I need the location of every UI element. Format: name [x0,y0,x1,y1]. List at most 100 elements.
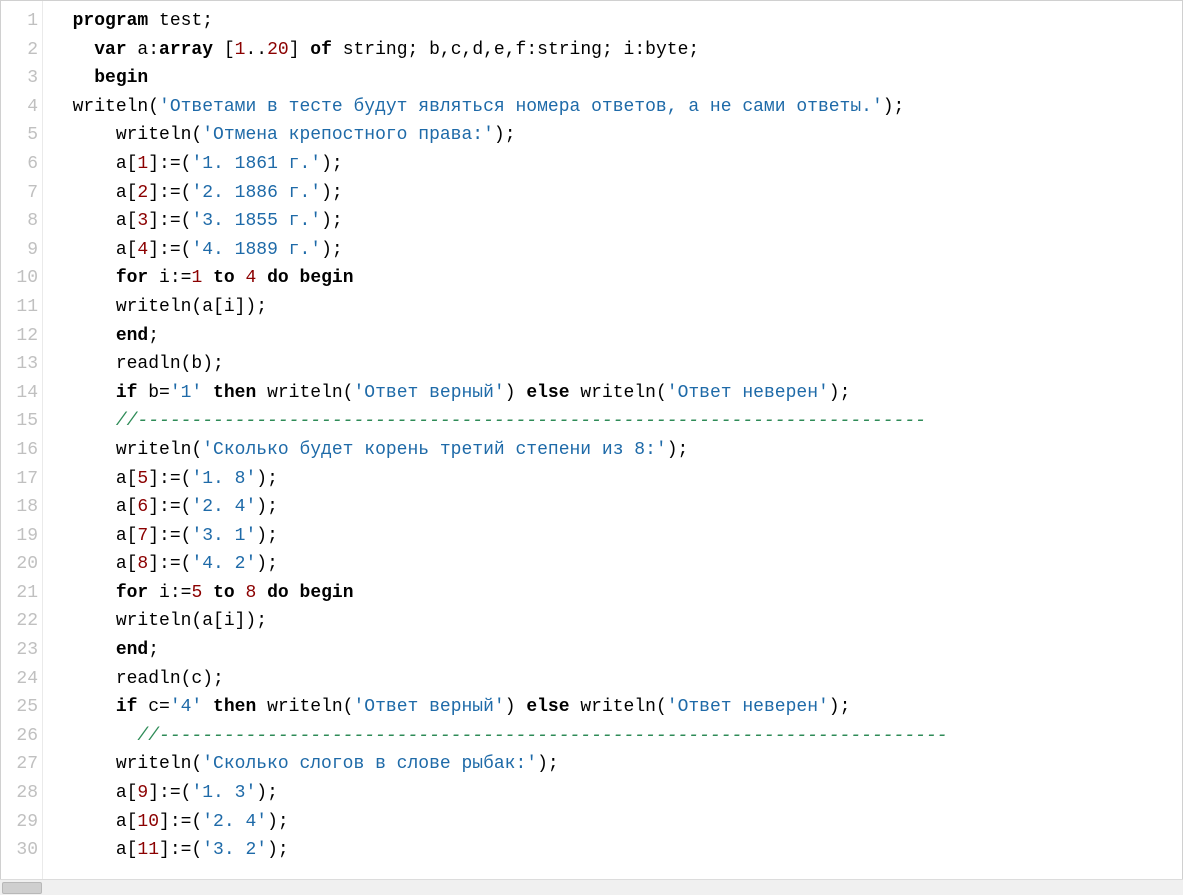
line-number: 11 [1,293,38,322]
token-num: 1 [235,40,246,60]
code-line[interactable]: a[11]:=('3. 2'); [51,836,1182,865]
token-num: 7 [137,526,148,546]
code-line[interactable]: a[7]:=('3. 1'); [51,522,1182,551]
token-pln: a[ [116,840,138,860]
token-pln: a[ [116,211,138,231]
token-str: 'Отмена крепостного права:' [202,125,494,145]
token-pln: ; [148,640,159,660]
code-line[interactable]: a[5]:=('1. 8'); [51,465,1182,494]
scrollbar-thumb[interactable] [2,882,42,894]
token-pln: ]:=( [148,211,191,231]
line-number: 19 [1,522,38,551]
line-number: 6 [1,150,38,179]
token-pln [256,268,267,288]
line-number: 8 [1,207,38,236]
code-line[interactable]: end; [51,636,1182,665]
code-line[interactable]: writeln('Сколько слогов в слове рыбак:')… [51,750,1182,779]
token-pln: ); [256,554,278,574]
token-num: 5 [191,583,202,603]
token-num: 8 [245,583,256,603]
code-line[interactable]: a[9]:=('1. 3'); [51,779,1182,808]
code-line[interactable]: writeln('Отмена крепостного права:'); [51,121,1182,150]
token-pln: ); [667,440,689,460]
code-line[interactable]: program test; [51,7,1182,36]
token-pln: writeln( [116,440,202,460]
token-pln: ]:=( [148,554,191,574]
code-line[interactable]: readln(b); [51,350,1182,379]
token-pln [289,583,300,603]
line-number: 25 [1,693,38,722]
code-line[interactable]: var a:array [1..20] of string; b,c,d,e,f… [51,36,1182,65]
token-kw: to [213,583,235,603]
horizontal-scrollbar[interactable] [0,879,1183,895]
token-pln: ); [256,526,278,546]
code-line[interactable]: readln(c); [51,665,1182,694]
token-pln: ); [494,125,516,145]
token-kw: do [267,583,289,603]
line-number: 15 [1,407,38,436]
line-number: 13 [1,350,38,379]
token-pln: writeln( [116,754,202,774]
code-line[interactable]: a[2]:=('2. 1886 г.'); [51,179,1182,208]
code-line[interactable]: writeln(a[i]); [51,607,1182,636]
line-number: 2 [1,36,38,65]
code-line[interactable]: writeln('Сколько будет корень третий сте… [51,436,1182,465]
token-pln: ]:=( [148,183,191,203]
line-number: 9 [1,236,38,265]
code-area[interactable]: program test; var a:array [1..20] of str… [43,1,1182,894]
token-pln: ); [267,812,289,832]
code-line[interactable]: for i:=1 to 4 do begin [51,264,1182,293]
code-line[interactable]: begin [51,64,1182,93]
token-pln: writeln( [116,125,202,145]
line-number: 14 [1,379,38,408]
token-pln: ] [289,40,311,60]
token-kw: if [116,383,138,403]
code-line[interactable]: //--------------------------------------… [51,722,1182,751]
token-pln: writeln( [256,697,353,717]
token-num: 2 [137,183,148,203]
code-line[interactable]: a[6]:=('2. 4'); [51,493,1182,522]
code-line[interactable]: if b='1' then writeln('Ответ верный') el… [51,379,1182,408]
token-pln: a[ [116,812,138,832]
code-line[interactable]: a[3]:=('3. 1855 г.'); [51,207,1182,236]
token-kw: else [526,697,569,717]
token-pln: writeln( [570,383,667,403]
code-line[interactable]: for i:=5 to 8 do begin [51,579,1182,608]
token-str: '4. 2' [191,554,256,574]
code-line[interactable]: a[1]:=('1. 1861 г.'); [51,150,1182,179]
token-pln: writeln( [73,97,159,117]
line-number: 17 [1,465,38,494]
code-line[interactable]: a[4]:=('4. 1889 г.'); [51,236,1182,265]
token-pln: writeln( [570,697,667,717]
code-line[interactable]: if c='4' then writeln('Ответ верный') el… [51,693,1182,722]
token-pln: ; [148,326,159,346]
code-line[interactable]: writeln(a[i]); [51,293,1182,322]
line-number: 5 [1,121,38,150]
token-str: 'Ответами в тесте будут являться номера … [159,97,883,117]
token-kw: for [116,268,148,288]
token-str: '2. 1886 г.' [191,183,321,203]
token-kw: if [116,697,138,717]
token-str: '1' [170,383,202,403]
code-line[interactable]: end; [51,322,1182,351]
token-pln: ); [267,840,289,860]
token-kw: do [267,268,289,288]
line-number: 1 [1,7,38,36]
token-pln [202,383,213,403]
code-line[interactable]: a[10]:=('2. 4'); [51,808,1182,837]
token-pln: test; [148,11,213,31]
line-number: 12 [1,322,38,351]
code-line[interactable]: a[8]:=('4. 2'); [51,550,1182,579]
token-pln [235,268,246,288]
token-pln [256,583,267,603]
code-line[interactable]: writeln('Ответами в тесте будут являться… [51,93,1182,122]
token-kw: program [73,11,149,31]
code-line[interactable]: //--------------------------------------… [51,407,1182,436]
token-num: 5 [137,469,148,489]
token-str: 'Ответ верный' [353,697,504,717]
token-str: 'Сколько слогов в слове рыбак:' [202,754,537,774]
code-editor[interactable]: 1234567891011121314151617181920212223242… [0,0,1183,895]
token-pln: i:= [148,268,191,288]
token-str: '4' [170,697,202,717]
token-pln: writeln( [256,383,353,403]
